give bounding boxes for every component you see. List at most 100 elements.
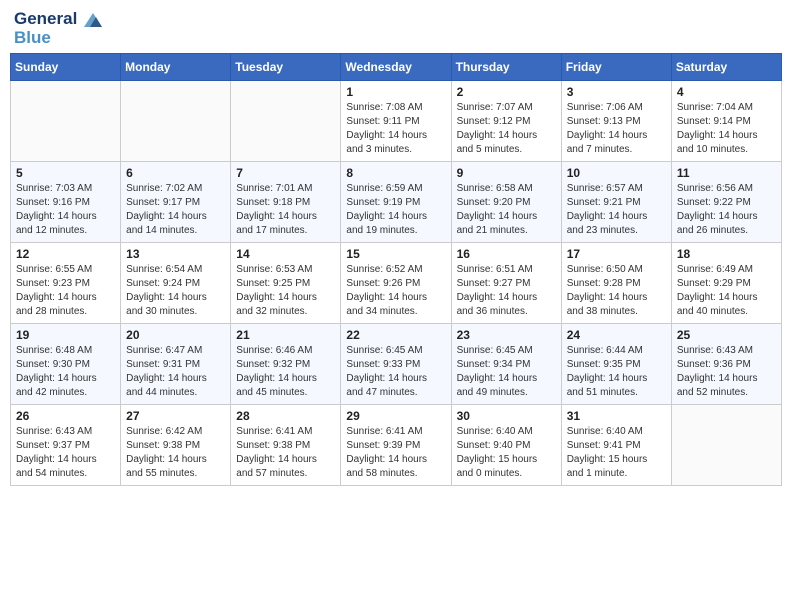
calendar-cell: 19 Sunrise: 6:48 AM Sunset: 9:30 PM Dayli… [11,324,121,405]
calendar-cell: 31 Sunrise: 6:40 AM Sunset: 9:41 PM Dayli… [561,405,671,486]
day-number: 10 [567,166,666,180]
calendar-cell: 15 Sunrise: 6:52 AM Sunset: 9:26 PM Dayli… [341,243,451,324]
calendar-cell: 28Sunrise: 6:41 AM Sunset: 9:38 PM Dayli… [231,405,341,486]
day-info: Sunrise: 6:53 AM Sunset: 9:25 PM Dayligh… [236,263,335,319]
day-number: 16 [457,247,556,261]
day-number: 9 [457,166,556,180]
day-header-wednesday: Wednesday [341,54,451,81]
calendar-cell: 23 Sunrise: 6:45 AM Sunset: 9:34 PM Dayli… [451,324,561,405]
day-info: Sunrise: 6:46 AM Sunset: 9:32 PM Dayligh… [236,344,335,400]
logo-text: General [14,10,104,29]
day-number: 5 [16,166,115,180]
calendar-cell: 6Sunrise: 7:02 AM Sunset: 9:17 PM Daylig… [121,162,231,243]
calendar-cell: 17 Sunrise: 6:50 AM Sunset: 9:28 PM Dayli… [561,243,671,324]
day-info: Sunrise: 6:42 AM Sunset: 9:38 PM Dayligh… [126,425,225,481]
day-info: Sunrise: 6:49 AM Sunset: 9:29 PM Dayligh… [677,263,776,319]
day-number: 27 [126,409,225,423]
calendar-cell: 25 Sunrise: 6:43 AM Sunset: 9:36 PM Dayli… [671,324,781,405]
calendar-table: SundayMondayTuesdayWednesdayThursdayFrid… [10,53,782,486]
day-number: 14 [236,247,335,261]
calendar-cell [231,81,341,162]
day-number: 19 [16,328,115,342]
calendar-cell: 14 Sunrise: 6:53 AM Sunset: 9:25 PM Dayli… [231,243,341,324]
calendar-cell: 24 Sunrise: 6:44 AM Sunset: 9:35 PM Dayli… [561,324,671,405]
calendar-cell [671,405,781,486]
calendar-cell: 4 Sunrise: 7:04 AM Sunset: 9:14 PM Daylig… [671,81,781,162]
day-number: 22 [346,328,445,342]
day-number: 12 [16,247,115,261]
day-number: 24 [567,328,666,342]
calendar-cell: 29 Sunrise: 6:41 AM Sunset: 9:39 PM Dayli… [341,405,451,486]
calendar-cell: 27 Sunrise: 6:42 AM Sunset: 9:38 PM Dayli… [121,405,231,486]
day-number: 4 [677,85,776,99]
logo: General Blue [14,10,104,47]
day-info: Sunrise: 7:04 AM Sunset: 9:14 PM Dayligh… [677,101,776,157]
day-info: Sunrise: 6:57 AM Sunset: 9:21 PM Dayligh… [567,182,666,238]
calendar-cell: 8 Sunrise: 6:59 AM Sunset: 9:19 PM Daylig… [341,162,451,243]
day-info: Sunrise: 6:58 AM Sunset: 9:20 PM Dayligh… [457,182,556,238]
calendar-cell: 9 Sunrise: 6:58 AM Sunset: 9:20 PM Daylig… [451,162,561,243]
calendar-cell: 16 Sunrise: 6:51 AM Sunset: 9:27 PM Dayli… [451,243,561,324]
day-info: Sunrise: 7:02 AM Sunset: 9:17 PM Dayligh… [126,182,225,238]
day-info: Sunrise: 6:59 AM Sunset: 9:19 PM Dayligh… [346,182,445,238]
day-header-saturday: Saturday [671,54,781,81]
day-info: Sunrise: 7:03 AM Sunset: 9:16 PM Dayligh… [16,182,115,238]
calendar-cell: 3Sunrise: 7:06 AM Sunset: 9:13 PM Daylig… [561,81,671,162]
day-info: Sunrise: 6:51 AM Sunset: 9:27 PM Dayligh… [457,263,556,319]
day-info: Sunrise: 6:45 AM Sunset: 9:33 PM Dayligh… [346,344,445,400]
day-info: Sunrise: 6:56 AM Sunset: 9:22 PM Dayligh… [677,182,776,238]
day-header-tuesday: Tuesday [231,54,341,81]
day-number: 8 [346,166,445,180]
calendar-cell: 12 Sunrise: 6:55 AM Sunset: 9:23 PM Dayli… [11,243,121,324]
calendar-cell: 7 Sunrise: 7:01 AM Sunset: 9:18 PM Daylig… [231,162,341,243]
day-header-thursday: Thursday [451,54,561,81]
day-info: Sunrise: 6:43 AM Sunset: 9:37 PM Dayligh… [16,425,115,481]
day-info: Sunrise: 7:08 AM Sunset: 9:11 PM Dayligh… [346,101,445,157]
day-number: 29 [346,409,445,423]
day-info: Sunrise: 6:40 AM Sunset: 9:41 PM Dayligh… [567,425,666,481]
day-header-monday: Monday [121,54,231,81]
calendar-cell [11,81,121,162]
day-info: Sunrise: 6:55 AM Sunset: 9:23 PM Dayligh… [16,263,115,319]
calendar-cell: 5 Sunrise: 7:03 AM Sunset: 9:16 PM Daylig… [11,162,121,243]
day-info: Sunrise: 6:40 AM Sunset: 9:40 PM Dayligh… [457,425,556,481]
day-number: 30 [457,409,556,423]
day-info: Sunrise: 6:44 AM Sunset: 9:35 PM Dayligh… [567,344,666,400]
day-info: Sunrise: 6:50 AM Sunset: 9:28 PM Dayligh… [567,263,666,319]
day-number: 20 [126,328,225,342]
day-info: Sunrise: 6:47 AM Sunset: 9:31 PM Dayligh… [126,344,225,400]
day-number: 7 [236,166,335,180]
day-info: Sunrise: 6:41 AM Sunset: 9:39 PM Dayligh… [346,425,445,481]
day-number: 21 [236,328,335,342]
day-number: 23 [457,328,556,342]
day-number: 3 [567,85,666,99]
day-info: Sunrise: 6:43 AM Sunset: 9:36 PM Dayligh… [677,344,776,400]
day-number: 18 [677,247,776,261]
calendar-cell [121,81,231,162]
page-header: General Blue [10,10,782,47]
day-info: Sunrise: 7:07 AM Sunset: 9:12 PM Dayligh… [457,101,556,157]
day-number: 1 [346,85,445,99]
day-number: 15 [346,247,445,261]
day-number: 13 [126,247,225,261]
day-info: Sunrise: 6:48 AM Sunset: 9:30 PM Dayligh… [16,344,115,400]
calendar-cell: 10 Sunrise: 6:57 AM Sunset: 9:21 PM Dayli… [561,162,671,243]
calendar-cell: 18 Sunrise: 6:49 AM Sunset: 9:29 PM Dayli… [671,243,781,324]
day-info: Sunrise: 6:54 AM Sunset: 9:24 PM Dayligh… [126,263,225,319]
calendar-cell: 1 Sunrise: 7:08 AM Sunset: 9:11 PM Daylig… [341,81,451,162]
day-info: Sunrise: 6:41 AM Sunset: 9:38 PM Dayligh… [236,425,335,481]
day-number: 25 [677,328,776,342]
day-info: Sunrise: 6:52 AM Sunset: 9:26 PM Dayligh… [346,263,445,319]
day-info: Sunrise: 7:01 AM Sunset: 9:18 PM Dayligh… [236,182,335,238]
day-number: 11 [677,166,776,180]
day-number: 31 [567,409,666,423]
calendar-cell: 13 Sunrise: 6:54 AM Sunset: 9:24 PM Dayli… [121,243,231,324]
day-info: Sunrise: 6:45 AM Sunset: 9:34 PM Dayligh… [457,344,556,400]
day-header-sunday: Sunday [11,54,121,81]
calendar-cell: 20 Sunrise: 6:47 AM Sunset: 9:31 PM Dayli… [121,324,231,405]
calendar-cell: 22 Sunrise: 6:45 AM Sunset: 9:33 PM Dayli… [341,324,451,405]
day-number: 17 [567,247,666,261]
logo-blue: Blue [14,29,104,48]
calendar-cell: 30 Sunrise: 6:40 AM Sunset: 9:40 PM Dayli… [451,405,561,486]
day-number: 2 [457,85,556,99]
